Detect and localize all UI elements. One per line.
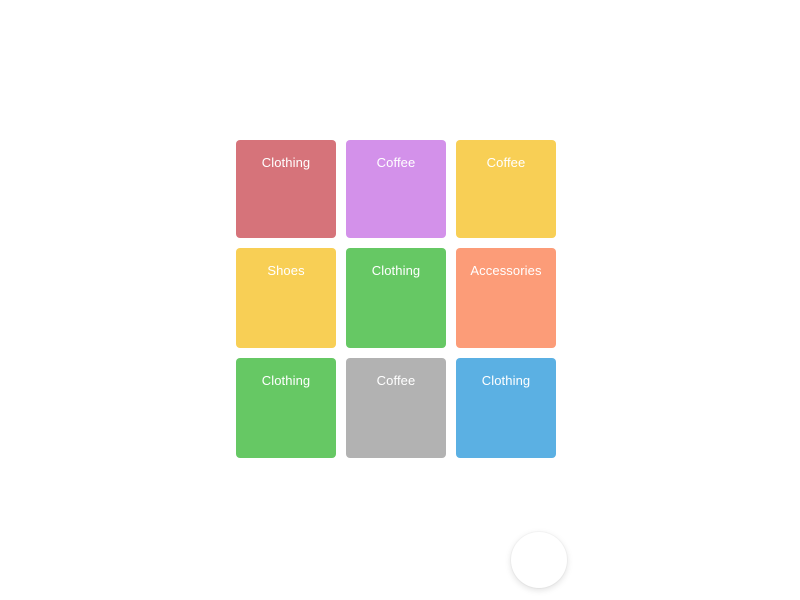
tile-label: Coffee	[486, 155, 526, 170]
tile-coffee-r1c2[interactable]: Coffee	[346, 140, 446, 238]
tile-clothing-r3c1[interactable]: Clothing	[236, 358, 336, 458]
tile-coffee-r3c2[interactable]: Coffee	[346, 358, 446, 458]
tile-label: Clothing	[261, 373, 311, 388]
tile-accessories-r2c3[interactable]: Accessories	[456, 248, 556, 348]
tile-shoes-r2c1[interactable]: Shoes	[236, 248, 336, 348]
tile-label: Coffee	[376, 373, 416, 388]
tile-coffee-r1c3[interactable]: Coffee	[456, 140, 556, 238]
tile-clothing-r2c2[interactable]: Clothing	[346, 248, 446, 348]
tile-grid: Clothing Coffee Coffee Shoes Clothing Accesso…	[236, 140, 556, 458]
touch-indicator-circle[interactable]	[511, 532, 567, 588]
tile-clothing-r3c3[interactable]: Clothing	[456, 358, 556, 458]
tile-label: Shoes	[267, 263, 305, 278]
tile-label: Coffee	[376, 155, 416, 170]
tile-label: Clothing	[371, 263, 421, 278]
tile-clothing-r1c1[interactable]: Clothing	[236, 140, 336, 238]
tile-label: Clothing	[481, 373, 531, 388]
tile-label: Accessories	[470, 263, 542, 278]
tile-label: Clothing	[261, 155, 311, 170]
